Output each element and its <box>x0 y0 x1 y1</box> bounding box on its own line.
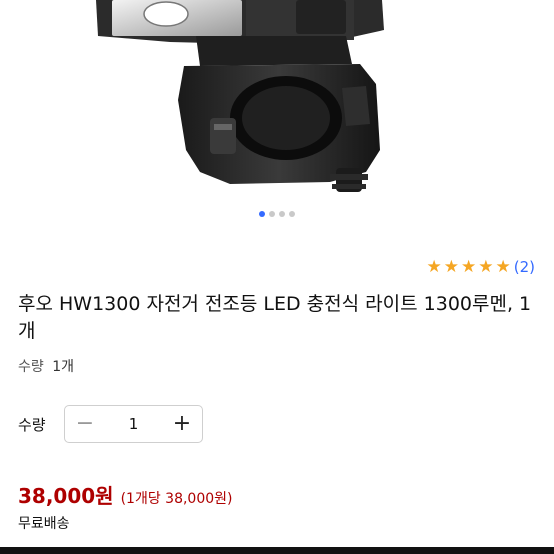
product-image[interactable] <box>0 0 554 200</box>
quantity-label: 수량 <box>18 415 46 434</box>
decrease-quantity-button[interactable]: − <box>65 405 105 443</box>
image-carousel-indicator <box>0 211 554 221</box>
carousel-dot-2[interactable] <box>269 211 275 217</box>
carousel-dot-4[interactable] <box>289 211 295 217</box>
quantity-input[interactable]: 1 <box>129 415 139 433</box>
star-icon: ★ <box>495 256 511 277</box>
quantity-row: 수량 − 1 + <box>18 404 203 444</box>
star-icon: ★ <box>426 256 442 277</box>
unit-price: (1개당 38,000원) <box>120 491 233 507</box>
product-rating[interactable]: ★ ★ ★ ★ ★ (2) <box>427 258 536 276</box>
option-value: 1개 <box>52 359 75 375</box>
star-icon: ★ <box>443 256 459 277</box>
option-label: 수량 <box>18 359 44 375</box>
carousel-dot-3[interactable] <box>279 211 285 217</box>
price-block: 38,000원 (1개당 38,000원) <box>18 480 233 509</box>
bottom-divider <box>0 547 554 554</box>
increase-quantity-button[interactable]: + <box>162 405 202 443</box>
star-icon: ★ <box>461 256 477 277</box>
sale-price: 38,000원 <box>18 484 114 508</box>
selected-option: 수량 1개 <box>18 356 74 376</box>
shipping-info: 무료배송 <box>18 516 70 532</box>
star-icon: ★ <box>478 256 494 277</box>
carousel-dot-1[interactable] <box>259 211 265 217</box>
quantity-stepper: − 1 + <box>64 405 203 443</box>
review-count-link[interactable]: (2) <box>514 258 535 276</box>
star-rating: ★ ★ ★ ★ ★ <box>426 256 511 277</box>
bike-headlight-icon <box>96 0 384 192</box>
product-title: 후오 HW1300 자전거 전조등 LED 충전식 라이트 1300루멘, 1개 <box>18 293 532 342</box>
